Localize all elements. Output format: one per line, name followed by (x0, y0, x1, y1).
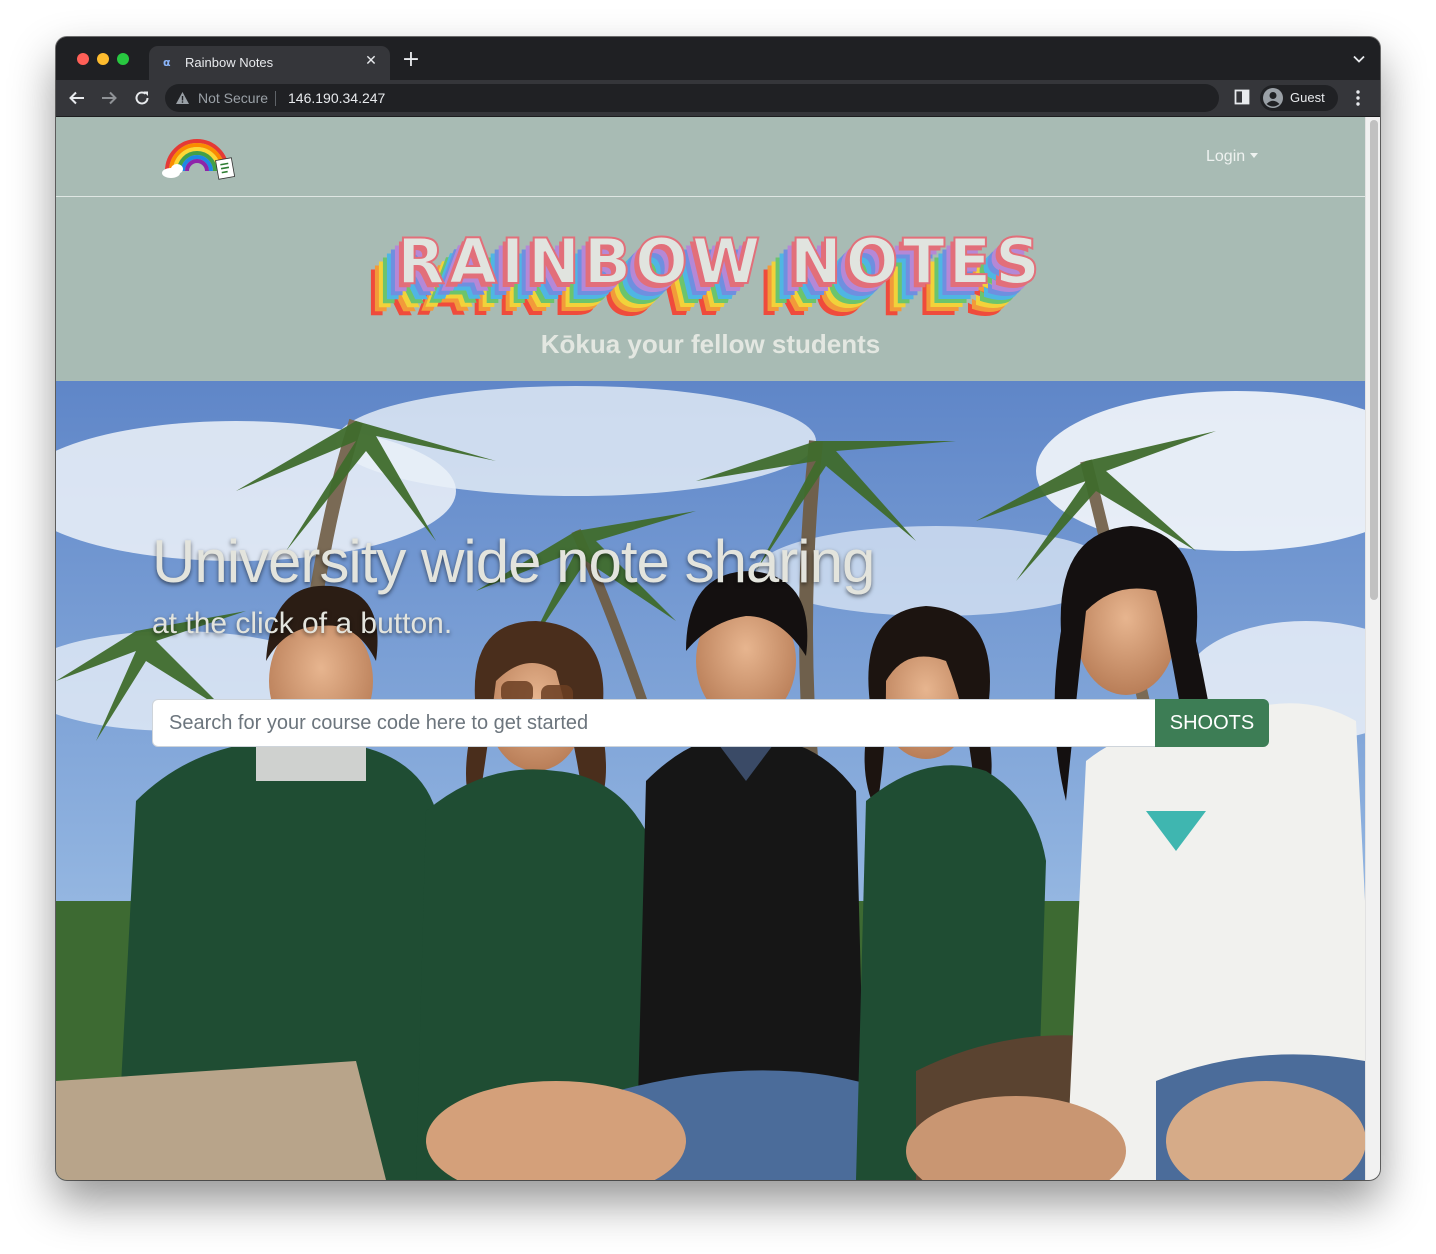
favicon-icon: α (163, 56, 171, 69)
minimize-window-button[interactable] (97, 53, 109, 65)
profile-avatar-icon (1263, 88, 1283, 108)
caret-down-icon (1250, 153, 1259, 158)
rainbow-logo-icon[interactable] (161, 131, 241, 183)
tab-strip: α Rainbow Notes ✕ + (56, 37, 1380, 80)
course-search-form: SHOOTS (152, 699, 1269, 747)
course-search-input[interactable] (152, 699, 1156, 747)
students-hero-photo (56, 381, 1365, 1180)
address-bar[interactable]: Not Secure 146.190.34.247 (165, 84, 1219, 112)
omnibox-divider (275, 91, 276, 106)
reload-icon[interactable] (133, 89, 151, 107)
page-scrollbar[interactable] (1365, 117, 1380, 1180)
kebab-menu-icon[interactable] (1351, 89, 1365, 107)
hero-subheadline: at the click of a button. (152, 607, 453, 640)
scrollbar-thumb[interactable] (1370, 120, 1378, 600)
profile-button[interactable]: Guest (1260, 85, 1338, 111)
url-text[interactable]: 146.190.34.247 (288, 90, 385, 106)
login-label: Login (1206, 148, 1246, 165)
forward-arrow-icon[interactable] (100, 89, 118, 107)
page-viewport: Login RAINBOW NOTES Kōkua your fellow st… (56, 117, 1380, 1180)
search-submit-button[interactable]: SHOOTS (1155, 699, 1269, 747)
hero-title-container: RAINBOW NOTES (56, 225, 1365, 298)
maximize-window-button[interactable] (117, 53, 129, 65)
site-tagline: Kōkua your fellow students (540, 329, 881, 359)
security-status[interactable]: Not Secure (198, 90, 268, 106)
close-window-button[interactable] (77, 53, 89, 65)
profile-label: Guest (1290, 90, 1325, 105)
new-tab-button[interactable]: + (400, 49, 422, 71)
side-panel-icon[interactable] (1234, 89, 1250, 105)
site-navbar: Login (56, 117, 1365, 197)
browser-window: α Rainbow Notes ✕ + Not Secure 146.190.3… (56, 37, 1380, 1180)
tab-title: Rainbow Notes (185, 55, 274, 70)
back-arrow-icon[interactable] (68, 89, 86, 107)
site-title: RAINBOW NOTES (396, 225, 1044, 298)
tab-rainbow-notes[interactable]: α Rainbow Notes ✕ (149, 46, 390, 80)
hero-headline: University wide note sharing (152, 528, 875, 595)
login-dropdown[interactable]: Login (1206, 148, 1259, 166)
warning-icon[interactable] (175, 91, 190, 105)
tab-search-icon[interactable] (1352, 52, 1366, 66)
close-tab-icon[interactable]: ✕ (362, 52, 380, 70)
browser-toolbar: Not Secure 146.190.34.247 Guest (56, 80, 1380, 117)
